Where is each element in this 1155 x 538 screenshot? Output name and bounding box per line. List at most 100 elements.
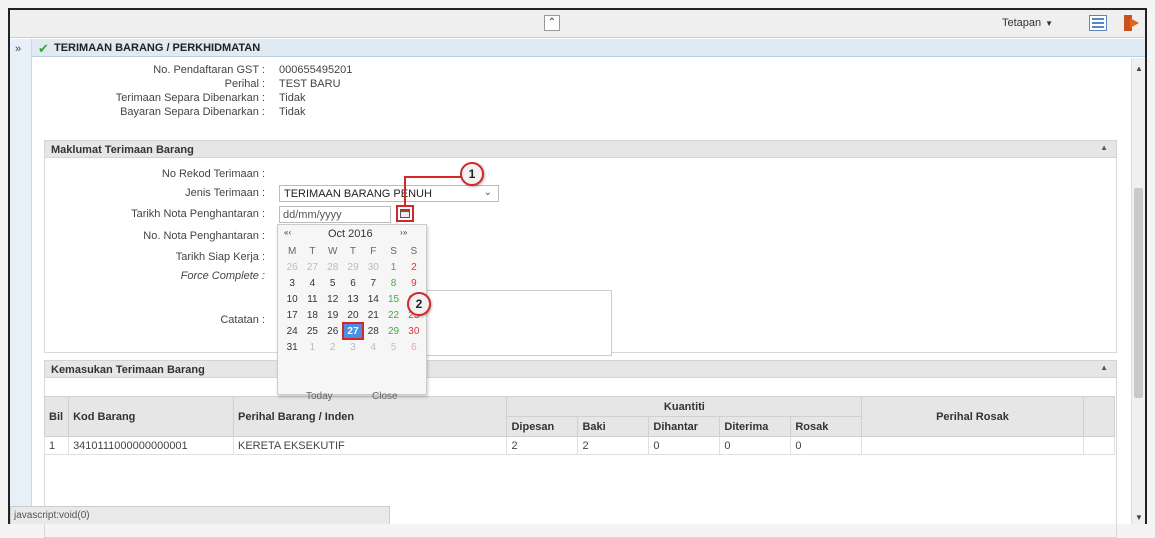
collapse-icon[interactable]: ▲ (1100, 363, 1108, 372)
col-perihal-rosak: Perihal Rosak (861, 396, 1084, 437)
section-maklumat-header[interactable]: Maklumat Terimaan Barang ▲ (44, 140, 1117, 158)
calendar-day[interactable]: 17 (282, 307, 302, 323)
calendar-day[interactable]: 9 (404, 275, 424, 291)
double-chevron-up-icon[interactable]: ⌃ (544, 15, 560, 31)
calendar-day[interactable]: 28 (363, 323, 383, 339)
cell-kod: 3410111000000000001 (68, 436, 234, 455)
calendar-day[interactable]: 29 (383, 323, 403, 339)
cell-bil: 1 (43, 436, 70, 455)
calendar-day[interactable]: 12 (323, 291, 343, 307)
col-kuantiti: Kuantiti (506, 396, 863, 417)
perihal-value: TEST BARU (279, 78, 341, 90)
cell-rosak: 0 (790, 436, 863, 455)
calendar-day[interactable]: 3 (282, 275, 302, 291)
calendar-day[interactable]: 1 (383, 259, 403, 275)
calendar-day[interactable]: 8 (383, 275, 403, 291)
cell-dihantar: 0 (648, 436, 721, 455)
double-chevron-right-icon[interactable]: » (15, 43, 21, 55)
tarikh-nota-label: Tarikh Nota Penghantaran : (131, 208, 265, 220)
calendar-day[interactable]: 1 (302, 339, 322, 355)
settings-menu[interactable]: Tetapan ▼ (1002, 17, 1053, 29)
calendar-day[interactable]: 3 (343, 339, 363, 355)
calendar-day[interactable]: 30 (404, 323, 424, 339)
calendar-day[interactable]: 6 (404, 339, 424, 355)
cell-perihal-rosak[interactable] (861, 436, 1084, 455)
tarikh-siap-label: Tarikh Siap Kerja : (175, 251, 265, 263)
items-table: Bil Kod Barang Perihal Barang / Inden Ku… (43, 396, 1116, 455)
tarikh-nota-placeholder: dd/mm/yyyy (283, 209, 342, 221)
table-row[interactable]: 1 3410111000000000001 KERETA EKSEKUTIF 2… (43, 436, 1116, 455)
cell-dipesan: 2 (506, 436, 579, 455)
calendar-day[interactable]: 4 (302, 275, 322, 291)
dow-label: W (327, 245, 338, 257)
calendar-close-button[interactable]: Close (372, 391, 398, 402)
scroll-down-icon[interactable]: ▼ (1135, 513, 1143, 522)
calendar-day[interactable]: 15 (383, 291, 403, 307)
calendar-day[interactable]: 2 (404, 259, 424, 275)
jenis-terimaan-label: Jenis Terimaan : (185, 187, 265, 199)
calendar-button[interactable] (396, 205, 414, 222)
list-view-icon[interactable] (1089, 15, 1107, 31)
calendar-day[interactable]: 21 (363, 307, 383, 323)
bayaran-separa-value: Tidak (279, 106, 306, 118)
calendar-next-nav[interactable]: › » (400, 228, 407, 237)
calendar-day[interactable]: 2 (323, 339, 343, 355)
calendar-day[interactable]: 13 (343, 291, 363, 307)
calendar-day[interactable]: 27 (302, 259, 322, 275)
settings-label: Tetapan (1002, 17, 1042, 29)
calendar-day[interactable]: 18 (302, 307, 322, 323)
collapse-icon[interactable]: ▲ (1100, 143, 1108, 152)
calendar-today-button[interactable]: Today (306, 391, 333, 402)
calendar-day[interactable]: 5 (383, 339, 403, 355)
calendar-grid: M T W T F S S 26 27 28 29 30 1 2 3 4 5 6… (282, 243, 424, 355)
caret-down-icon: ▼ (1045, 19, 1054, 28)
calendar-day[interactable]: 7 (363, 275, 383, 291)
calendar-day[interactable]: 26 (282, 259, 302, 275)
calendar-day[interactable]: 19 (323, 307, 343, 323)
scroll-up-icon[interactable]: ▲ (1135, 64, 1143, 73)
calendar-prev-nav[interactable]: « ‹ (284, 228, 291, 237)
calendar-day[interactable]: 14 (363, 291, 383, 307)
calendar-day[interactable]: 10 (282, 291, 302, 307)
calendar-day[interactable]: 29 (343, 259, 363, 275)
col-rosak: Rosak (790, 416, 863, 437)
jenis-terimaan-select[interactable]: TERIMAAN BARANG PENUH ⌄ (279, 185, 499, 202)
main-content: No. Pendaftaran GST : 000655495201 Perih… (32, 58, 1131, 538)
callout-line-1 (404, 176, 464, 206)
calendar-day[interactable]: 31 (282, 339, 302, 355)
page-title: TERIMAAN BARANG / PERKHIDMATAN (54, 42, 261, 54)
no-nota-label: No. Nota Penghantaran : (143, 230, 265, 242)
calendar-icon (400, 209, 410, 218)
top-toolbar: ⌃ Tetapan ▼ (10, 10, 1145, 38)
calendar-day[interactable]: 11 (302, 291, 322, 307)
cell-actions (1082, 436, 1116, 455)
logout-icon[interactable] (1123, 14, 1141, 32)
terimaan-separa-label: Terimaan Separa Dibenarkan : (115, 92, 265, 104)
calendar-day[interactable]: 24 (282, 323, 302, 339)
chevron-down-icon: ⌄ (483, 187, 492, 198)
calendar-day[interactable]: 20 (343, 307, 363, 323)
col-baki: Baki (577, 416, 650, 437)
side-strip: » (10, 39, 32, 524)
calendar-day-selected[interactable]: 27 (341, 322, 365, 340)
bayaran-separa-label: Bayaran Separa Dibenarkan : (120, 106, 265, 118)
scroll-thumb[interactable] (1134, 188, 1143, 398)
calendar-day[interactable]: 4 (363, 339, 383, 355)
calendar-day[interactable]: 26 (323, 323, 343, 339)
tarikh-nota-input[interactable]: dd/mm/yyyy (279, 206, 391, 223)
calendar-day[interactable]: 30 (363, 259, 383, 275)
calendar-day[interactable]: 25 (302, 323, 322, 339)
calendar-day[interactable]: 28 (323, 259, 343, 275)
calendar-day[interactable]: 6 (343, 275, 363, 291)
section-maklumat-title: Maklumat Terimaan Barang (51, 144, 194, 156)
section-kemasukan-header[interactable]: Kemasukan Terimaan Barang ▲ (44, 360, 1117, 378)
calendar-day[interactable]: 22 (383, 307, 403, 323)
calendar-day[interactable]: 5 (323, 275, 343, 291)
dow-label: M (287, 245, 297, 257)
no-rekod-label: No Rekod Terimaan : (161, 168, 265, 180)
terimaan-separa-value: Tidak (279, 92, 306, 104)
gst-value: 000655495201 (279, 64, 353, 76)
status-bar: javascript:void(0) (10, 506, 390, 524)
vertical-scrollbar[interactable]: ▲ ▼ (1131, 58, 1145, 524)
date-picker-popup: « ‹ Oct 2016 › » M T W T F S S 26 27 28 (277, 224, 427, 402)
